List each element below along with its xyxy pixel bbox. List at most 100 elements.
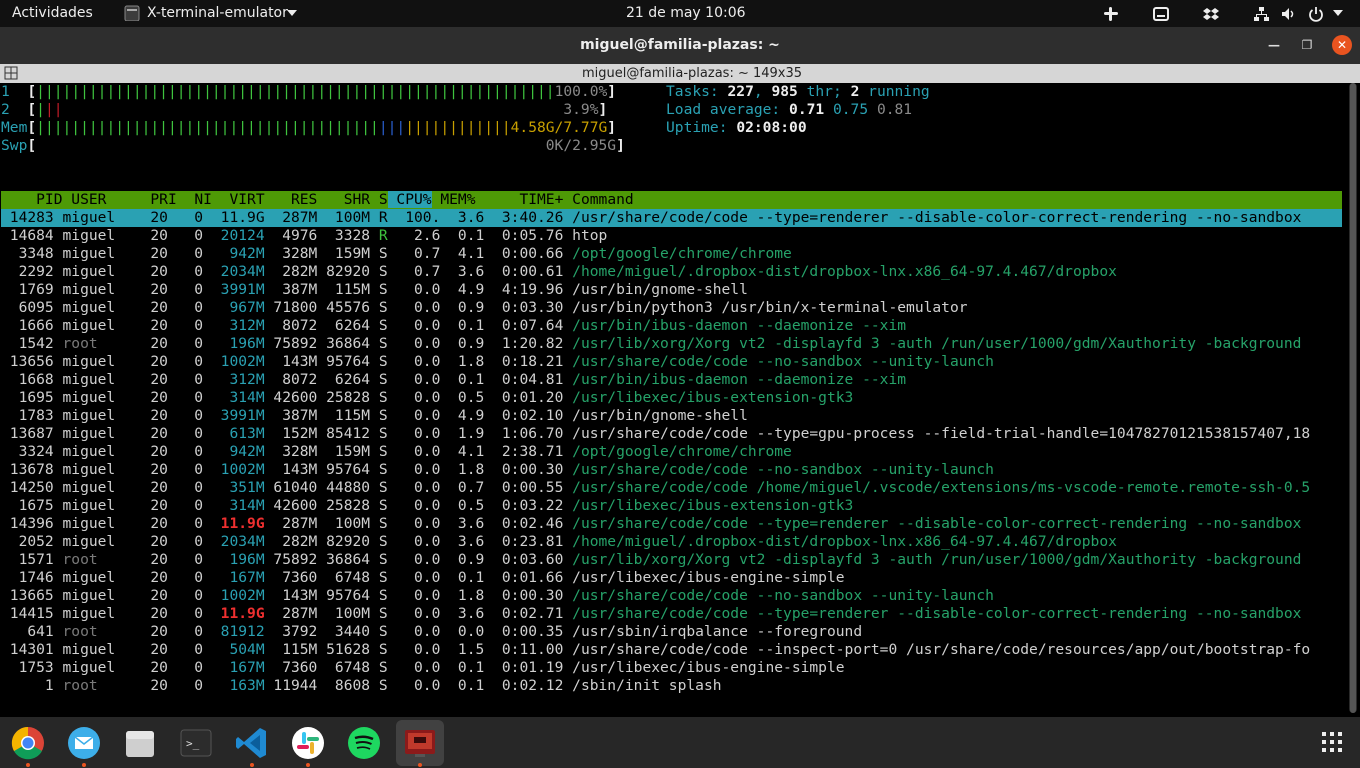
table-row[interactable]: 1675 miguel 20 0 314M 42600 25828 S 0.0 … (1, 497, 854, 515)
vscode-icon[interactable] (232, 723, 272, 763)
cell-pid: 2292 (1, 263, 54, 280)
chrome-icon[interactable] (8, 723, 48, 763)
cell-mem: 1.8 (440, 461, 485, 478)
cell-shr: 100M (317, 209, 371, 226)
table-row[interactable]: 1571 root 20 0 196M 75892 36864 S 0.0 0.… (1, 551, 1302, 569)
maximize-icon[interactable]: ❐ (1297, 35, 1317, 55)
table-row[interactable]: 13665 miguel 20 0 1002M 143M 95764 S 0.0… (1, 587, 994, 605)
table-row[interactable]: 1668 miguel 20 0 312M 8072 6264 S 0.0 0.… (1, 371, 906, 389)
remote-desktop-icon[interactable] (400, 723, 440, 763)
volume-icon[interactable] (1281, 6, 1297, 22)
cell-pri: 20 (141, 353, 168, 370)
cell-user: miguel (53, 389, 142, 406)
scrollbar-thumb[interactable] (1350, 83, 1356, 713)
table-row[interactable]: 1783 miguel 20 0 3991M 387M 115M S 0.0 4… (1, 407, 748, 425)
clock[interactable]: 21 de may 10:06 (626, 0, 746, 27)
window-titlebar[interactable]: miguel@familia-plazas: ~ — ❐ ✕ (0, 27, 1360, 64)
show-applications-icon[interactable] (1321, 731, 1343, 753)
table-row[interactable]: 1695 miguel 20 0 314M 42600 25828 S 0.0 … (1, 389, 854, 407)
htop-terminal[interactable]: 1 [|||||||||||||||||||||||||||||||||||||… (0, 83, 1346, 717)
cell-virt: 167M (203, 659, 265, 676)
cell-cmd: /usr/share/code/code --no-sandbox --unit… (563, 353, 994, 370)
files-icon[interactable] (120, 723, 160, 763)
table-row[interactable]: 1 root 20 0 163M 11944 8608 S 0.0 0.1 0:… (1, 677, 722, 695)
cell-cmd: /usr/bin/ibus-daemon --daemonize --xim (563, 317, 907, 334)
table-row[interactable]: 1542 root 20 0 196M 75892 36864 S 0.0 0.… (1, 335, 1302, 353)
column-header-time[interactable]: TIME+ (476, 191, 563, 208)
table-row[interactable]: 1753 miguel 20 0 167M 7360 6748 S 0.0 0.… (1, 659, 845, 677)
dropbox-tray-icon[interactable] (1203, 6, 1219, 22)
table-row[interactable]: 14301 miguel 20 0 504M 115M 51628 S 0.0 … (1, 641, 1310, 659)
cell-ni: 0 (167, 335, 204, 352)
slack-icon[interactable] (288, 723, 328, 763)
cell-pri: 20 (141, 245, 168, 262)
cell-s: S (370, 443, 388, 460)
cell-user: miguel (53, 281, 142, 298)
cell-pri: 20 (141, 641, 168, 658)
table-row[interactable]: 13678 miguel 20 0 1002M 143M 95764 S 0.0… (1, 461, 994, 479)
table-row[interactable]: 13687 miguel 20 0 613M 152M 85412 S 0.0 … (1, 425, 1310, 443)
minimize-icon[interactable]: — (1264, 35, 1284, 55)
terminal-scrollbar[interactable] (1349, 83, 1357, 713)
chevron-down-icon[interactable] (287, 10, 303, 26)
cell-time: 0:01.66 (484, 569, 564, 586)
cell-shr: 6264 (317, 371, 371, 388)
table-row[interactable]: 6095 miguel 20 0 967M 71800 45576 S 0.0 … (1, 299, 968, 317)
cell-shr: 6264 (317, 317, 371, 334)
table-row[interactable]: 14283 miguel 20 0 11.9G 287M 100M R 100.… (1, 209, 1342, 227)
cell-cpu: 0.0 (387, 659, 441, 676)
table-row[interactable]: 14396 miguel 20 0 11.9G 287M 100M S 0.0 … (1, 515, 1302, 533)
cell-mem: 3.6 (440, 605, 485, 622)
cell-user: miguel (53, 407, 142, 424)
table-row[interactable]: 14415 miguel 20 0 11.9G 287M 100M S 0.0 … (1, 605, 1302, 623)
cell-pid: 13678 (1, 461, 54, 478)
system-menu-chevron-icon[interactable] (1333, 10, 1349, 26)
cell-time: 0:00.30 (484, 461, 564, 478)
cell-s: S (370, 677, 388, 694)
column-header-shr[interactable]: SHR (317, 191, 370, 208)
cell-user: miguel (53, 587, 142, 604)
column-header-cpu[interactable]: CPU% (387, 191, 432, 208)
cell-res: 143M (264, 353, 318, 370)
process-table-header[interactable]: PID USER PRI NI VIRT RES SHR S CPU% MEM%… (1, 191, 1342, 209)
table-row[interactable]: 13656 miguel 20 0 1002M 143M 95764 S 0.0… (1, 353, 994, 371)
column-header-command[interactable]: Command (563, 191, 634, 208)
table-row[interactable]: 3348 miguel 20 0 942M 328M 159M S 0.7 4.… (1, 245, 792, 263)
cell-cmd: /opt/google/chrome/chrome (563, 443, 792, 460)
drive-tray-icon[interactable] (1153, 6, 1169, 22)
close-icon[interactable]: ✕ (1332, 35, 1352, 55)
column-header-s[interactable]: S (370, 191, 388, 208)
table-row[interactable]: 1666 miguel 20 0 312M 8072 6264 S 0.0 0.… (1, 317, 906, 335)
slack-tray-icon[interactable] (1103, 6, 1119, 22)
cell-user: miguel (53, 659, 142, 676)
table-row[interactable]: 1746 miguel 20 0 167M 7360 6748 S 0.0 0.… (1, 569, 845, 587)
activities-button[interactable]: Actividades (12, 0, 93, 27)
column-header-virt[interactable]: VIRT (212, 191, 264, 208)
column-header-ni[interactable]: NI (177, 191, 212, 208)
column-header-user[interactable]: USER (63, 191, 142, 208)
app-menu-button[interactable]: X-terminal-emulator (147, 0, 288, 27)
cell-s: S (370, 425, 388, 442)
cell-res: 75892 (264, 551, 318, 568)
table-row[interactable]: 3324 miguel 20 0 942M 328M 159M S 0.0 4.… (1, 443, 792, 461)
column-header-pri[interactable]: PRI (142, 191, 176, 208)
table-row[interactable]: 14250 miguel 20 0 351M 61040 44880 S 0.0… (1, 479, 1310, 497)
table-row[interactable]: 14684 miguel 20 0 20124 4976 3328 R 2.6 … (1, 227, 608, 245)
table-row[interactable]: 2052 miguel 20 0 2034M 282M 82920 S 0.0 … (1, 533, 1117, 551)
load-line: Load average: 0.71 0.75 0.81 (666, 101, 913, 118)
table-row[interactable]: 1769 miguel 20 0 3991M 387M 115M S 0.0 4… (1, 281, 748, 299)
mail-icon[interactable] (64, 723, 104, 763)
table-row[interactable]: 641 root 20 0 81912 3792 3440 S 0.0 0.0 … (1, 623, 862, 641)
cell-s: S (370, 551, 388, 568)
terminal-icon[interactable]: >_ (176, 723, 216, 763)
power-icon[interactable] (1308, 6, 1324, 22)
cell-pid: 14250 (1, 479, 54, 496)
column-header-pid[interactable]: PID (1, 191, 62, 208)
column-header-mem[interactable]: MEM% (432, 191, 475, 208)
spotify-icon[interactable] (344, 723, 384, 763)
cell-ni: 0 (167, 353, 204, 370)
column-header-res[interactable]: RES (265, 191, 317, 208)
network-icon[interactable] (1253, 6, 1269, 22)
table-row[interactable]: 2292 miguel 20 0 2034M 282M 82920 S 0.7 … (1, 263, 1117, 281)
cell-s: S (370, 407, 388, 424)
